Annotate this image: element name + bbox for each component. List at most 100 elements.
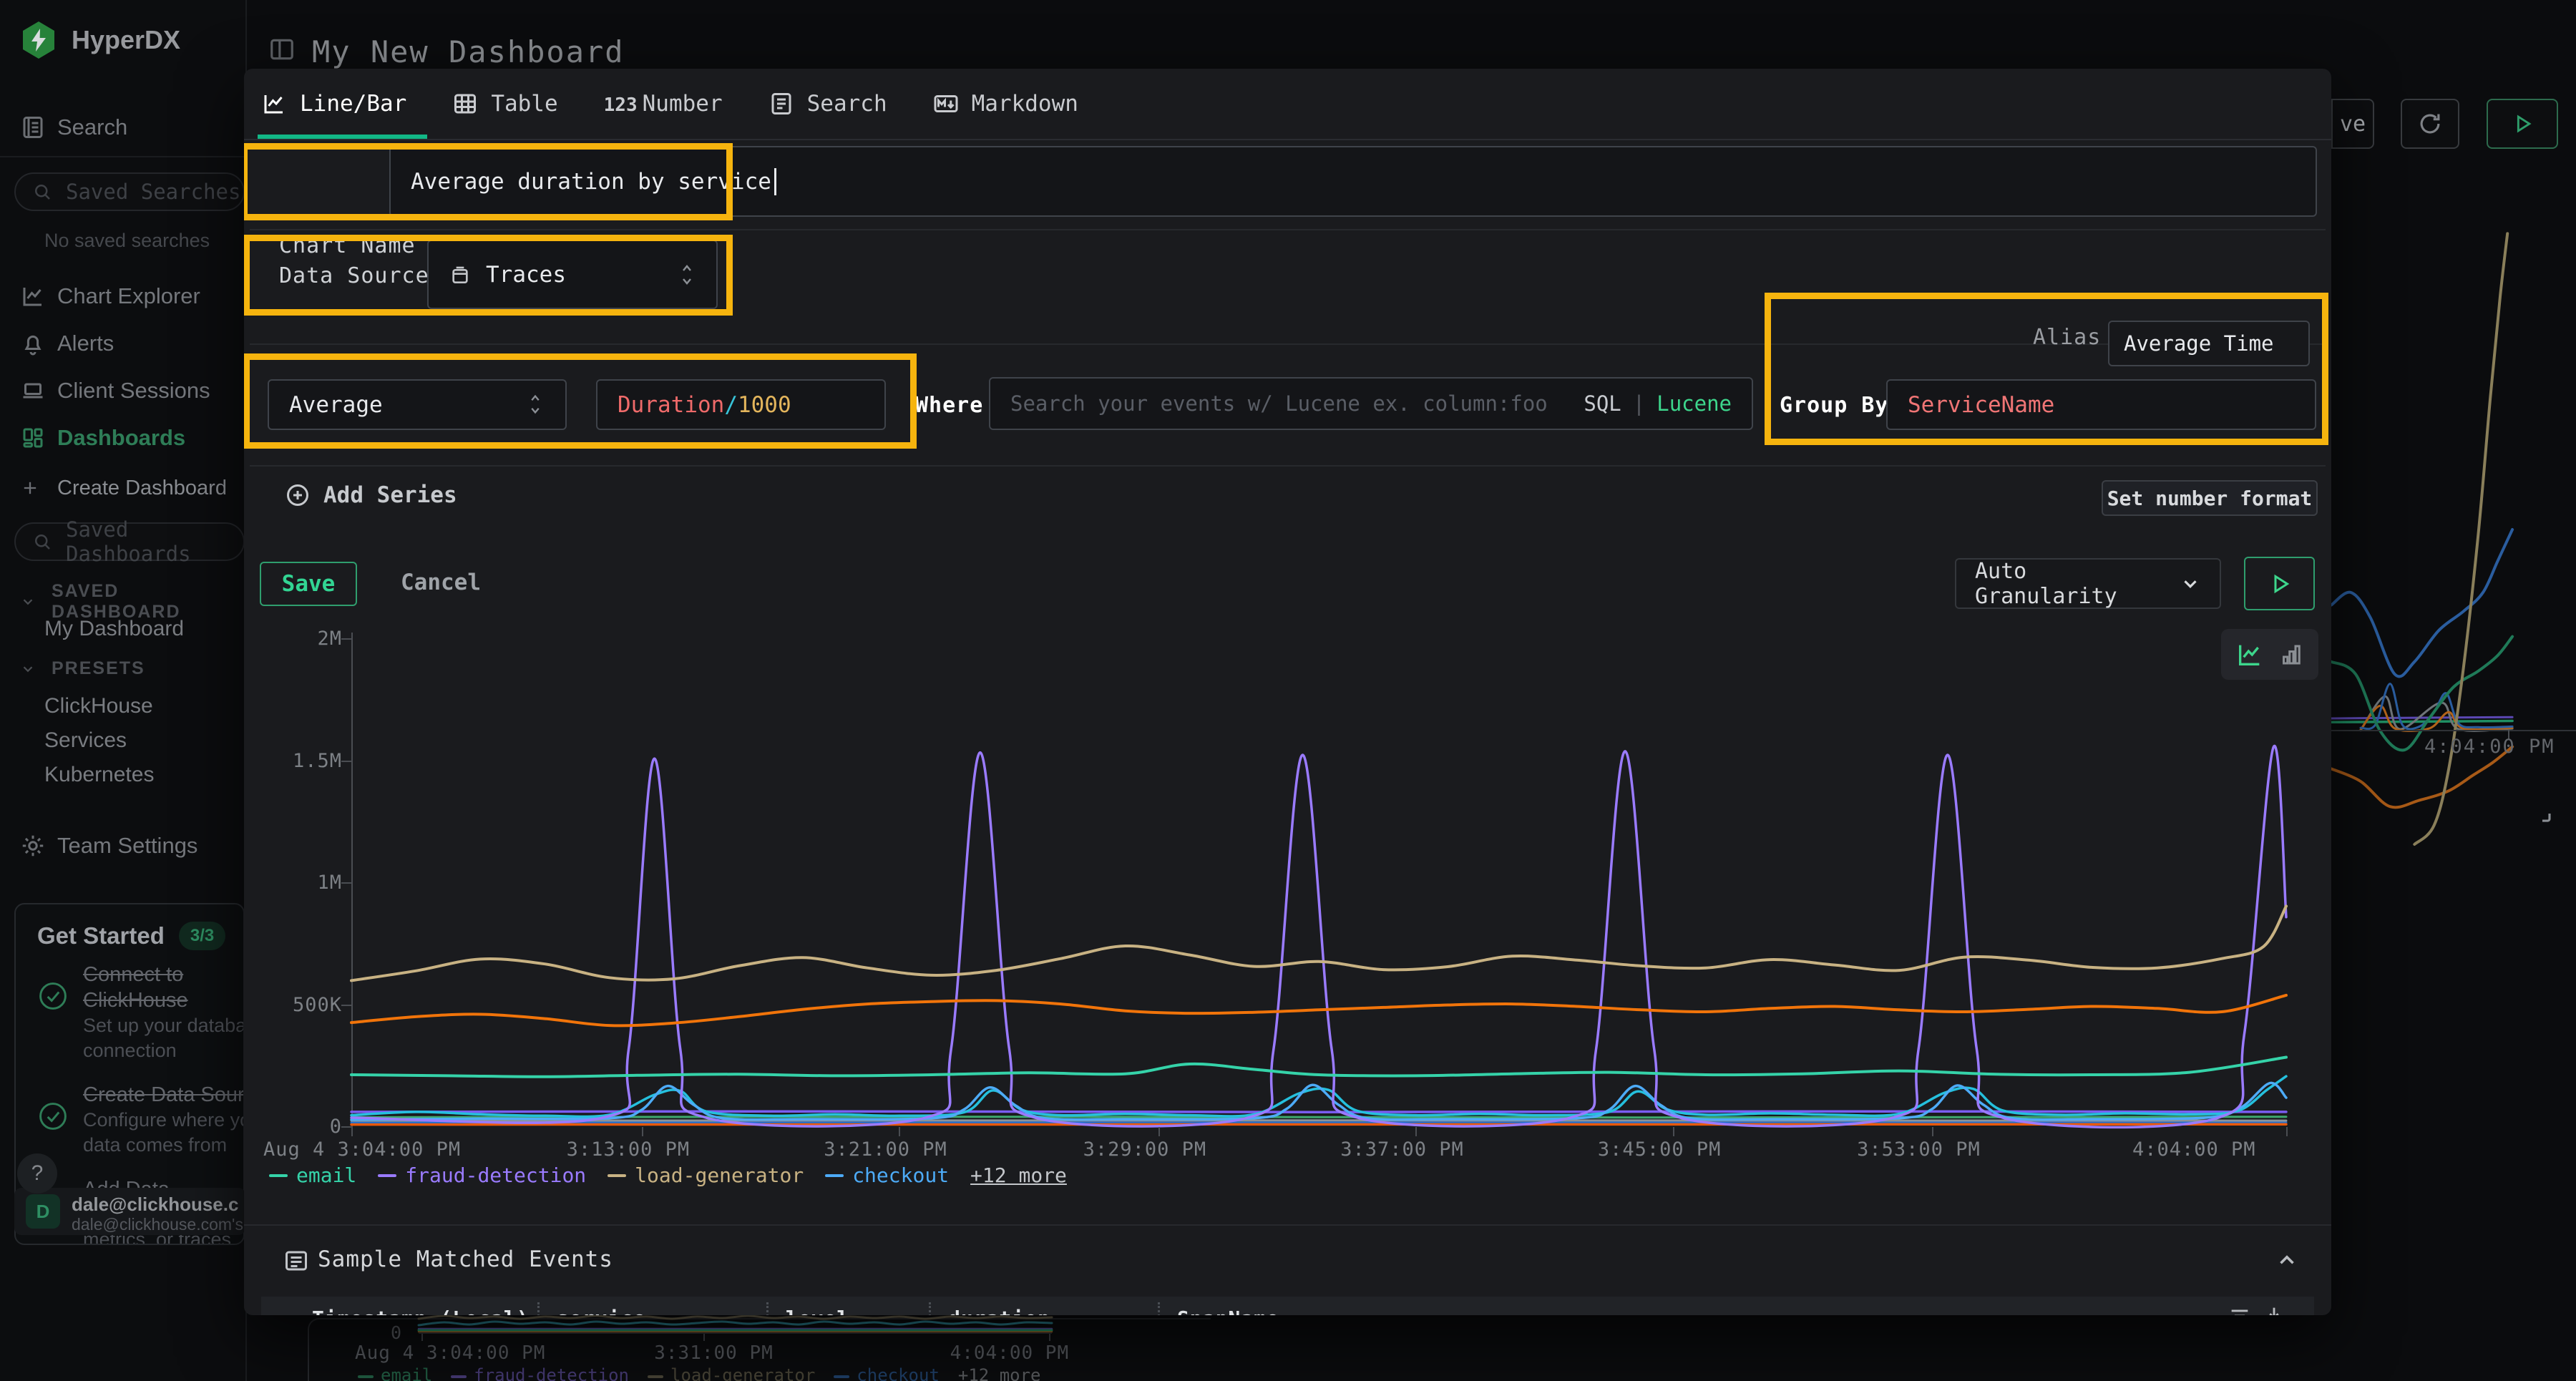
series-line-(unlabeled orange) (351, 995, 2286, 1025)
main-chart[interactable] (351, 633, 2286, 1127)
add-series-button[interactable]: Add Series (285, 482, 457, 508)
field-expression-input[interactable]: Duration/1000 (596, 379, 886, 430)
refresh-icon (2416, 110, 2444, 137)
lang-lucene[interactable]: Lucene (1657, 391, 1732, 416)
collapse-chevron-up-icon[interactable] (2275, 1248, 2299, 1272)
granularity-select[interactable]: Auto Granularity (1955, 558, 2221, 609)
preset-link-clickhouse[interactable]: ClickHouse (44, 694, 153, 718)
list-icon (283, 1248, 309, 1274)
tab-line-bar[interactable]: Line/Bar (261, 91, 406, 117)
alias-input[interactable]: Average Time (2108, 321, 2310, 366)
legend-label: checkout (857, 1365, 940, 1381)
save-dashboard-button-clipped[interactable]: ve (2331, 99, 2374, 149)
legend-more-link[interactable]: +12 more (970, 1163, 1067, 1187)
column-header-level[interactable]: level (786, 1307, 849, 1315)
help-label: ? (31, 1161, 44, 1186)
sidebar-item-team-settings[interactable]: Team Settings (0, 826, 245, 866)
query-language-toggle[interactable]: SQL | Lucene (1584, 391, 1732, 416)
user-card[interactable]: D dale@clickhouse.c dale@clickhouse.com'… (14, 1188, 245, 1235)
section-presets[interactable]: PRESETS (20, 658, 145, 679)
refresh-button[interactable] (2401, 99, 2459, 149)
group-by-value: ServiceName (1908, 392, 2054, 418)
preset-link-kubernetes[interactable]: Kubernetes (44, 763, 154, 787)
tab-search[interactable]: Search (769, 91, 887, 117)
legend-label: fraud-detection (474, 1365, 629, 1381)
grid-icon (20, 425, 46, 451)
data-source-select[interactable]: Traces (427, 240, 718, 309)
chevron-down-icon (20, 594, 36, 610)
aggregation-select[interactable]: Average (268, 379, 567, 430)
save-button[interactable]: Save (260, 562, 357, 606)
group-by-input[interactable]: ServiceName (1886, 379, 2316, 430)
bg-x-tick (1049, 1334, 1050, 1341)
preset-link-services[interactable]: Services (44, 728, 127, 753)
resize-handle-icon[interactable] (2532, 803, 2553, 824)
hyperdx-logo-icon (21, 21, 56, 59)
create-dashboard-button[interactable]: Create Dashboard (0, 468, 245, 508)
run-chart-button[interactable] (2244, 557, 2315, 610)
app-root: HyperDX Search Saved Searches No saved s… (0, 0, 2576, 1381)
sidebar-item-chart-explorer[interactable]: Chart Explorer (0, 276, 245, 316)
sidebar-item-dashboards[interactable]: Dashboards (0, 418, 245, 458)
x-tick (642, 1127, 643, 1136)
sidebar-item-client-sessions[interactable]: Client Sessions (0, 371, 245, 411)
column-header-service[interactable]: service (557, 1307, 646, 1315)
saved-dashboards-input[interactable]: Saved Dashboards (14, 522, 245, 561)
lang-sql[interactable]: SQL (1584, 391, 1621, 416)
divider (250, 229, 2326, 230)
legend-swatch (608, 1174, 626, 1177)
database-icon (449, 263, 472, 286)
legend-item-checkout[interactable]: checkout (825, 1163, 949, 1187)
column-separator (929, 1302, 931, 1315)
saved-searches-placeholder: Saved Searches (66, 180, 240, 204)
tab-markdown[interactable]: Markdown (933, 91, 1078, 117)
get-started-step[interactable]: Connect toClickHouseSet up your database… (37, 962, 243, 1063)
plus-icon (20, 478, 46, 498)
sidebar-item-search[interactable]: Search (0, 107, 245, 147)
user-email: dale@clickhouse.c (72, 1194, 238, 1216)
saved-dashboards-placeholder: Saved Dashboards (66, 517, 243, 566)
sidebar-divider (0, 156, 244, 157)
cancel-button[interactable]: Cancel (401, 570, 481, 595)
legend-item-load-generator[interactable]: load-generator (608, 1163, 804, 1187)
get-started-step[interactable]: Create Data SourceConfigure where yourda… (37, 1082, 243, 1158)
set-number-format-button[interactable]: Set number format (2102, 480, 2318, 516)
y-tick-label: 0 (263, 1116, 342, 1138)
y-tick (341, 638, 351, 640)
x-tick-label: 3:29:00 PM (1083, 1138, 1207, 1161)
doc-icon (769, 91, 794, 117)
chevron-down-icon (2180, 573, 2201, 595)
legend-item-fraud-detection[interactable]: fraud-detection (378, 1163, 586, 1187)
sidebar-collapse-icon[interactable] (268, 36, 296, 63)
legend-swatch (358, 1375, 374, 1378)
bg-chart-axis (2331, 730, 2576, 731)
saved-searches-input[interactable]: Saved Searches (14, 172, 245, 211)
filter-icon[interactable] (2228, 1304, 2252, 1315)
chart-name-input[interactable]: Average duration by service (389, 146, 2317, 217)
legend-item-email[interactable]: email (269, 1163, 356, 1187)
help-button[interactable]: ? (17, 1153, 57, 1194)
chart-name-label: Chart Name (279, 233, 416, 258)
alias-label: Alias (2033, 325, 2101, 350)
run-query-button[interactable] (2487, 99, 2558, 149)
x-tick (2286, 1127, 2288, 1136)
legend-swatch (451, 1375, 467, 1378)
bg-legend-item: email (358, 1365, 432, 1381)
y-tick-label: 1M (263, 872, 342, 894)
saved-dashboard-link[interactable]: My Dashboard (44, 617, 184, 641)
step-desc: Configure where your (83, 1108, 245, 1133)
series-line-email (351, 1058, 2286, 1077)
markdown-icon (933, 91, 959, 117)
column-header-duration[interactable]: duration (948, 1307, 1050, 1315)
column-header-timestamp-local-[interactable]: Timestamp (Local) (312, 1307, 530, 1315)
download-icon[interactable] (2262, 1304, 2286, 1315)
series-line (2331, 721, 2512, 723)
chart-line-icon (20, 283, 46, 309)
x-tick-label: 3:13:00 PM (567, 1138, 691, 1161)
column-header-spanname[interactable]: SpanName (1177, 1307, 1279, 1315)
where-search-input[interactable]: Search your events w/ Lucene ex. column:… (989, 377, 1753, 430)
tab-table[interactable]: Table (452, 91, 557, 117)
page-title: My New Dashboard (312, 34, 625, 69)
sidebar-item-alerts[interactable]: Alerts (0, 323, 245, 363)
tab-number[interactable]: 123Number (604, 91, 723, 117)
